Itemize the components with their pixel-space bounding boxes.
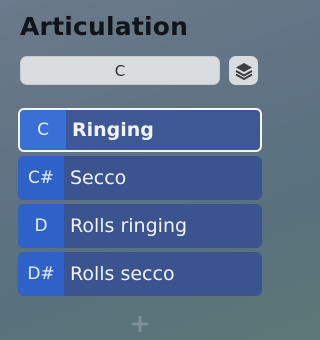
layers-button[interactable] <box>229 56 258 85</box>
articulation-key: C <box>20 110 66 150</box>
articulation-key: D# <box>18 252 64 296</box>
articulation-row-ringing[interactable]: C Ringing <box>18 108 262 152</box>
articulation-row-rolls-secco[interactable]: D# Rolls secco <box>18 252 262 296</box>
articulation-name: Secco <box>70 167 127 189</box>
articulation-name: Rolls ringing <box>70 215 188 237</box>
panel-title: Articulation <box>20 12 189 41</box>
articulation-row-secco[interactable]: C# Secco <box>18 156 262 200</box>
articulation-key: C# <box>18 156 64 200</box>
key-selector-field[interactable]: C <box>20 56 220 85</box>
articulation-name: Ringing <box>72 119 154 141</box>
articulation-row-rolls-ringing[interactable]: D Rolls ringing <box>18 204 262 248</box>
plus-icon <box>132 316 148 332</box>
layers-icon <box>235 62 252 80</box>
add-articulation-button[interactable] <box>129 313 151 335</box>
articulation-list: C Ringing C# Secco D Rolls ringing D# Ro… <box>18 108 262 300</box>
articulation-key: D <box>18 204 64 248</box>
articulation-name: Rolls secco <box>70 263 175 285</box>
